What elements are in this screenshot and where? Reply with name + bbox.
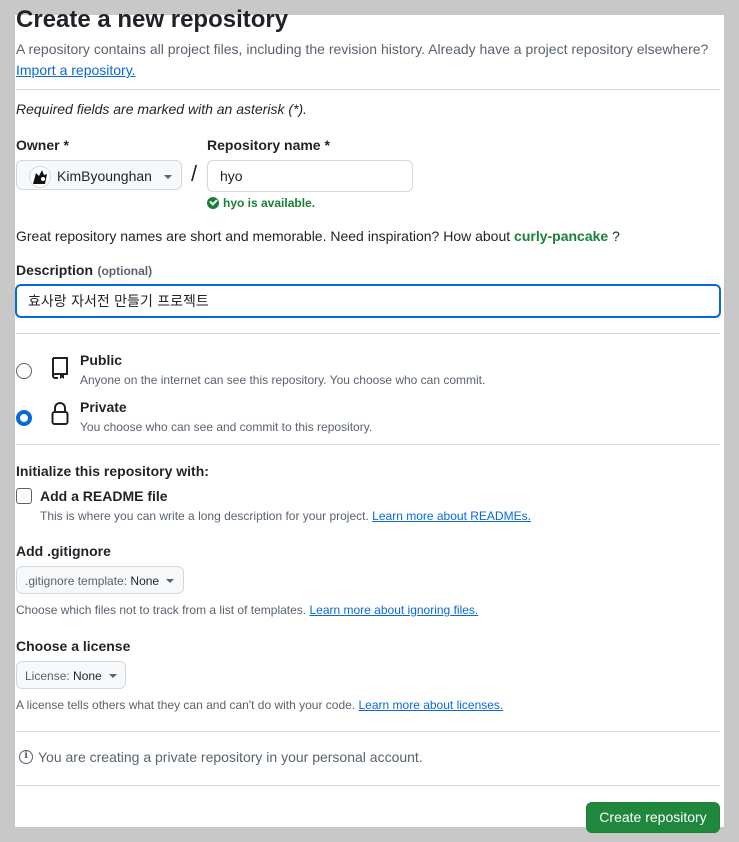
- import-repository-link[interactable]: Import a repository.: [16, 62, 136, 78]
- availability-status: hyo is available.: [207, 196, 315, 210]
- divider: [16, 333, 720, 334]
- visibility-public-radio[interactable]: [16, 363, 32, 379]
- repo-name-label: Repository name *: [207, 137, 330, 153]
- license-learn-more-link[interactable]: Learn more about licenses.: [359, 698, 504, 712]
- readme-learn-more-link[interactable]: Learn more about READMEs.: [372, 509, 531, 523]
- initialize-heading: Initialize this repository with:: [16, 463, 209, 479]
- description-label-row: Description (optional): [16, 262, 152, 280]
- description-input[interactable]: [15, 284, 721, 318]
- gitignore-desc-row: Choose which files not to track from a l…: [16, 603, 478, 617]
- visibility-private-title: Private: [80, 399, 127, 415]
- readme-desc-row: This is where you can write a long descr…: [40, 509, 531, 523]
- gitignore-button-prefix: .gitignore template:: [25, 574, 128, 588]
- gitignore-template-dropdown[interactable]: .gitignore template: None: [16, 566, 184, 594]
- lock-icon: [51, 402, 69, 425]
- gitignore-heading: Add .gitignore: [16, 543, 111, 559]
- intro-text: A repository contains all project files,…: [16, 41, 709, 57]
- visibility-private-desc: You choose who can see and commit to thi…: [80, 420, 373, 434]
- visibility-public-desc: Anyone on the internet can see this repo…: [80, 373, 486, 387]
- repo-icon: [52, 357, 68, 379]
- owner-dropdown[interactable]: KimByounghan: [16, 160, 182, 190]
- avatar: [29, 166, 51, 188]
- name-inspiration: Great repository names are short and mem…: [16, 228, 620, 244]
- license-button-prefix: License:: [25, 669, 70, 683]
- availability-text: hyo is available.: [223, 196, 316, 210]
- license-dropdown[interactable]: License: None: [16, 661, 126, 689]
- name-suggestion[interactable]: curly-pancake: [514, 228, 608, 244]
- new-repo-form: Create a new repository A repository con…: [15, 6, 724, 833]
- info-icon: [19, 750, 33, 764]
- license-desc: A license tells others what they can and…: [16, 698, 356, 712]
- description-label: Description: [16, 262, 94, 278]
- divider: [16, 731, 720, 732]
- owner-label: Owner *: [16, 137, 69, 153]
- readme-desc: This is where you can write a long descr…: [40, 509, 369, 523]
- check-circle-icon: [207, 197, 219, 209]
- divider: [16, 785, 720, 786]
- owner-name: KimByounghan: [57, 168, 152, 184]
- repo-name-input[interactable]: [207, 160, 413, 192]
- gitignore-learn-more-link[interactable]: Learn more about ignoring files.: [309, 603, 478, 617]
- inspiration-text: Great repository names are short and mem…: [16, 228, 511, 244]
- owner-repo-separator: /: [191, 161, 198, 186]
- avatar-image-icon: [33, 170, 47, 184]
- readme-label: Add a README file: [40, 488, 168, 504]
- chevron-down-icon: [109, 674, 117, 678]
- visibility-public-title: Public: [80, 352, 123, 368]
- license-button-value: None: [73, 669, 102, 683]
- page-title: Create a new repository: [16, 6, 289, 33]
- divider: [16, 444, 720, 445]
- divider: [16, 89, 720, 90]
- optional-tag: (optional): [97, 264, 153, 278]
- create-repository-button[interactable]: Create repository: [586, 802, 720, 833]
- readme-checkbox[interactable]: [16, 488, 32, 504]
- gitignore-button-value: None: [130, 574, 160, 588]
- license-heading: Choose a license: [16, 638, 131, 654]
- gitignore-desc: Choose which files not to track from a l…: [16, 603, 307, 617]
- license-desc-row: A license tells others what they can and…: [16, 698, 503, 712]
- chevron-down-icon: [164, 175, 172, 179]
- required-note: Required fields are marked with an aster…: [16, 101, 308, 117]
- visibility-private-radio[interactable]: [16, 410, 32, 426]
- notice-text: You are creating a private repository in…: [38, 749, 423, 765]
- private-repo-notice: You are creating a private repository in…: [19, 749, 423, 765]
- chevron-down-icon: [166, 579, 174, 583]
- license-button-label: License: None: [25, 669, 102, 683]
- inspiration-suffix: ?: [612, 228, 620, 244]
- gitignore-button-label: .gitignore template: None: [25, 574, 159, 588]
